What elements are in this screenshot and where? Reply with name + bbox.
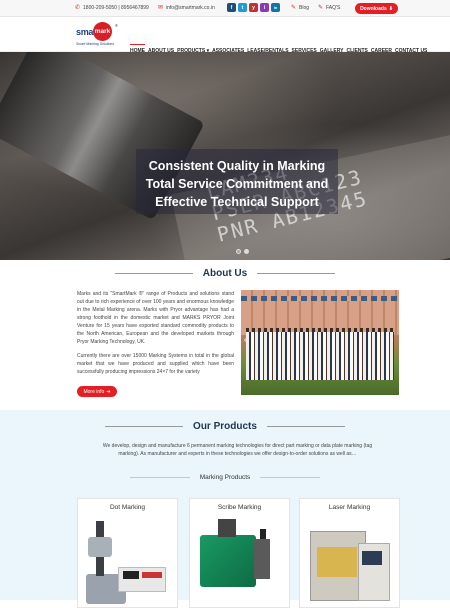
arrow-right-icon: ➜ xyxy=(106,388,111,395)
download-icon: ⬇ xyxy=(388,5,393,12)
mail-icon: ✉ xyxy=(158,5,164,11)
facebook-icon[interactable]: f xyxy=(227,3,236,12)
carousel-indicators xyxy=(236,249,249,254)
blog-link[interactable]: ✎ Blog xyxy=(291,4,309,12)
site-header: smart mark ® Smart Marking Solutions HOM… xyxy=(0,17,450,54)
product-card-scribe-marking[interactable]: Scribe Marking xyxy=(189,498,290,608)
instagram-icon[interactable]: i xyxy=(260,3,269,12)
machine-body xyxy=(200,535,256,587)
phone-text: 1800-209-5050 | 8956467899 xyxy=(83,5,149,11)
title-divider-left xyxy=(114,273,193,274)
more-info-label: More info xyxy=(83,388,105,395)
logo-registered-mark: ® xyxy=(115,23,118,28)
twitter-icon[interactable]: t xyxy=(238,3,247,12)
photo-next-icon[interactable]: › xyxy=(391,337,393,344)
controller-buttons xyxy=(142,572,162,578)
laser-screen xyxy=(362,551,382,565)
email-contact[interactable]: ✉ info@smartmark.co.in xyxy=(158,4,215,12)
building-windows xyxy=(241,296,399,301)
controller-display xyxy=(123,571,139,579)
laser-window xyxy=(317,547,357,577)
hero-caption: Consistent Quality in Marking Total Serv… xyxy=(136,149,338,214)
email-text: info@smartmark.co.in xyxy=(166,5,215,11)
machine-side-unit xyxy=(254,539,270,579)
logo-tagline: Smart Marking Solutions xyxy=(76,42,115,46)
marking-products-text: Marking Products xyxy=(199,474,251,481)
phone-contact[interactable]: ✆ 1800-209-5050 | 8956467899 xyxy=(75,4,149,12)
carousel-dot-1[interactable] xyxy=(236,249,241,254)
product-card-title: Scribe Marking xyxy=(217,504,262,511)
downloads-button[interactable]: Downloads ⬇ xyxy=(355,3,398,14)
blog-label: Blog xyxy=(299,5,310,11)
about-text: Marks and its "SmartMark ®" range of Pro… xyxy=(77,290,234,382)
title-divider-right xyxy=(257,273,336,274)
blog-icon: ✎ xyxy=(291,5,297,11)
machine-head xyxy=(88,537,112,557)
product-card-laser-marking[interactable]: Laser Marking xyxy=(299,498,400,608)
brand-logo[interactable]: smart mark ® Smart Marking Solutions xyxy=(76,22,124,50)
subtitle-divider-right xyxy=(260,477,321,478)
marking-products-subtitle: Marking Products xyxy=(0,474,450,481)
faqs-link[interactable]: ✎ FAQ'S xyxy=(318,4,340,12)
machine-knob xyxy=(260,529,266,539)
youtube-icon[interactable]: y xyxy=(249,3,258,12)
about-title-text: About Us xyxy=(202,268,248,279)
top-bar: ✆ 1800-209-5050 | 8956467899 ✉ info@smar… xyxy=(0,0,450,17)
title-divider-left xyxy=(105,426,184,427)
products-title-text: Our Products xyxy=(193,421,257,432)
machine-top xyxy=(218,519,236,537)
product-card-dot-marking[interactable]: Dot Marking xyxy=(77,498,178,608)
subtitle-divider-left xyxy=(129,477,190,478)
product-card-title: Laser Marking xyxy=(328,504,371,511)
downloads-label: Downloads xyxy=(360,5,387,12)
faqs-label: FAQ'S xyxy=(326,5,341,11)
linkedin-icon[interactable]: in xyxy=(271,3,280,12)
phone-icon: ✆ xyxy=(75,5,81,11)
hero-caption-line2: Total Service Commitment and xyxy=(145,177,329,191)
products-description: We develop, design and manufacture 6 per… xyxy=(102,443,373,457)
product-card-title: Dot Marking xyxy=(109,504,146,511)
hero-slider[interactable]: LAM234 PSER ABC123 PNR AB12345 Consisten… xyxy=(0,52,450,260)
products-section-title: Our Products xyxy=(0,421,450,432)
carousel-dot-2[interactable] xyxy=(244,249,249,254)
team-photo-carousel: ‹ › xyxy=(241,290,399,395)
hero-caption-line1: Consistent Quality in Marking xyxy=(148,159,326,173)
about-section-title: About Us xyxy=(0,268,450,279)
about-paragraph-2: Currently there are over 15000 Marking S… xyxy=(77,353,234,375)
logo-mark-badge: mark xyxy=(93,22,112,41)
title-divider-right xyxy=(266,426,345,427)
more-info-button[interactable]: More info ➜ xyxy=(77,386,117,397)
about-paragraph-1: Marks and its "SmartMark ®" range of Pro… xyxy=(77,291,234,345)
photo-prev-icon[interactable]: ‹ xyxy=(244,337,246,344)
hero-caption-line3: Effective Technical Support xyxy=(155,195,319,209)
question-icon: ✎ xyxy=(318,5,324,11)
team-group xyxy=(246,332,394,380)
social-links: f t y i in xyxy=(227,3,280,12)
